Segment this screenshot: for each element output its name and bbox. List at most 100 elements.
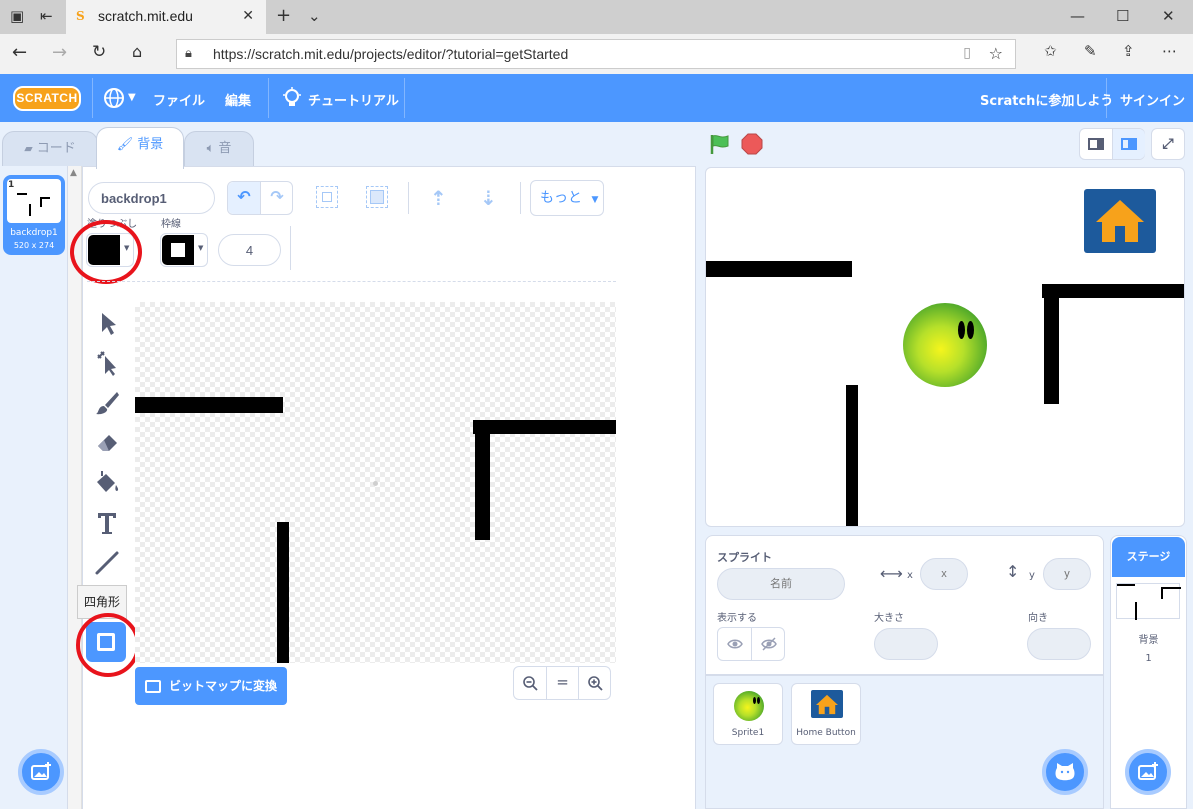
menu-tutorials[interactable]: チュートリアル <box>308 90 399 109</box>
convert-to-bitmap-button[interactable]: ビットマップに変換 <box>135 667 287 705</box>
choose-backdrop-button[interactable] <box>18 749 64 795</box>
line-tool-icon[interactable] <box>92 548 122 578</box>
hide-eye-icon[interactable] <box>752 628 785 660</box>
maximize-icon[interactable]: ☐ <box>1116 9 1129 24</box>
fill-tool-icon[interactable] <box>92 468 122 498</box>
backdrop-size: 520 x 274 <box>13 241 55 250</box>
undo-icon[interactable]: ↶ <box>228 182 261 214</box>
small-stage-icon[interactable] <box>1080 129 1113 159</box>
zoom-reset-button[interactable]: = <box>547 667 579 699</box>
group-icon[interactable] <box>316 186 338 208</box>
tab-backdrops[interactable]: 🖌︎ 背景 <box>96 127 184 169</box>
address-field[interactable]: 🔒︎ https://scratch.mit.edu/projects/edit… <box>176 39 1016 69</box>
back-icon[interactable]: ← <box>12 44 27 62</box>
zoom-out-icon[interactable] <box>514 667 547 699</box>
paint-canvas[interactable] <box>135 302 616 663</box>
minimize-icon[interactable]: — <box>1070 9 1085 24</box>
home-icon[interactable]: ⌂ <box>132 44 142 60</box>
share-icon[interactable]: ⇪ <box>1122 44 1135 59</box>
size-input[interactable] <box>874 628 938 660</box>
menu-edit[interactable]: 編集 <box>225 90 251 109</box>
more-label: もっと <box>540 190 582 206</box>
sprite-tile-sprite1[interactable]: Sprite1 <box>713 683 783 745</box>
stage-backdrops-label: 背景 <box>1138 635 1159 646</box>
more-dropdown[interactable]: もっと ▼ <box>530 180 604 216</box>
outline-label: 枠線 <box>161 219 181 230</box>
stop-icon[interactable] <box>740 132 764 156</box>
backward-layer-icon[interactable]: ⇣ <box>480 186 497 210</box>
backdrop-number: 1 <box>8 180 15 190</box>
stage-wall-top-right <box>1042 284 1184 298</box>
favorite-star-icon[interactable]: ☆ <box>989 44 1003 63</box>
stage-backdrops-count: 1 <box>1145 653 1152 664</box>
sprite-tile-home-button[interactable]: Home Button <box>791 683 861 745</box>
wall-top-right <box>473 420 616 434</box>
text-tool-icon[interactable] <box>92 508 122 538</box>
convert-to-bitmap-label: ビットマップに変換 <box>169 679 278 693</box>
stage-size-toggle <box>1079 128 1145 160</box>
toolbar-divider <box>520 182 521 214</box>
new-tab-icon[interactable]: + <box>276 7 291 25</box>
house-icon <box>1096 200 1144 242</box>
show-eye-icon[interactable] <box>718 628 752 660</box>
tab-close-icon[interactable]: ✕ <box>242 8 254 24</box>
tab-list-chevron-icon[interactable]: ⌄ <box>308 9 321 24</box>
canvas-center-dot <box>373 481 378 486</box>
set-aside-tabs-icon[interactable]: ⇤ <box>40 9 53 24</box>
tab-preview-icon[interactable]: ▣ <box>10 9 24 24</box>
browser-tab[interactable]: S scratch.mit.edu ✕ <box>66 0 266 34</box>
tab-code[interactable]: ▰ コード <box>2 131 98 167</box>
backdrop-thumbnail-selected[interactable]: 1 backdrop1 520 x 274 <box>3 175 65 255</box>
refresh-icon[interactable]: ↻ <box>92 44 106 61</box>
sprite1-ball[interactable] <box>903 303 987 387</box>
zoom-in-icon[interactable] <box>579 667 611 699</box>
pen-notes-icon[interactable]: ✎ <box>1084 44 1097 59</box>
home-button-sprite[interactable] <box>1084 189 1156 253</box>
rectangle-highlight-circle <box>76 613 140 677</box>
outline-width-input[interactable] <box>218 234 281 266</box>
favorites-hub-icon[interactable]: ✩ <box>1044 44 1057 59</box>
language-dropdown-caret-icon[interactable]: ▼ <box>128 92 136 103</box>
language-globe-icon[interactable] <box>103 87 125 109</box>
join-scratch-link[interactable]: Scratchに参加しよう <box>980 90 1113 109</box>
more-menu-icon[interactable]: ⋯ <box>1162 44 1177 59</box>
show-label: 表示する <box>717 613 757 624</box>
scroll-up-icon[interactable]: ▲ <box>70 168 77 178</box>
fullscreen-icon[interactable]: ⤢ <box>1151 128 1185 160</box>
brush-tool-icon[interactable] <box>92 388 122 418</box>
wall-right-vertical <box>475 420 490 540</box>
reading-view-icon[interactable]: ▯ <box>963 45 971 61</box>
stage-canvas[interactable] <box>705 167 1185 527</box>
select-tool-icon[interactable] <box>92 308 122 338</box>
sprite-name-input[interactable] <box>717 568 845 600</box>
stage-header: ステージ <box>1112 537 1185 577</box>
outline-color-picker[interactable]: ▼ <box>160 233 208 267</box>
normal-stage-icon[interactable] <box>1113 129 1145 159</box>
paintbrush-icon: 🖌︎ <box>116 137 134 152</box>
menu-divider <box>404 78 405 118</box>
window-close-icon[interactable]: ✕ <box>1162 9 1175 24</box>
tab-sounds[interactable]: 🔈︎ 音 <box>184 131 254 167</box>
sign-in-link[interactable]: サインイン <box>1120 90 1185 109</box>
menu-file[interactable]: ファイル <box>153 90 205 109</box>
direction-input[interactable] <box>1027 628 1091 660</box>
scratch-logo[interactable]: SCRATCH <box>13 86 81 111</box>
redo-icon[interactable]: ↷ <box>261 182 293 214</box>
toolbar-divider <box>290 226 291 270</box>
y-input[interactable] <box>1043 558 1091 590</box>
sprite-label: スプライト <box>717 551 772 564</box>
forward-icon[interactable]: → <box>52 44 67 62</box>
wall-top-left <box>135 397 283 413</box>
menu-divider <box>92 78 93 118</box>
green-flag-icon[interactable] <box>708 132 732 156</box>
choose-stage-backdrop-button[interactable] <box>1125 749 1171 795</box>
sprite-name-label: Sprite1 <box>731 728 765 738</box>
eraser-tool-icon[interactable] <box>92 428 122 458</box>
backdrop-name-input[interactable] <box>88 182 215 214</box>
choose-sprite-button[interactable] <box>1042 749 1088 795</box>
x-input[interactable] <box>920 558 968 590</box>
ungroup-icon[interactable] <box>366 186 388 208</box>
reshape-tool-icon[interactable] <box>92 348 122 378</box>
forward-layer-icon[interactable]: ⇡ <box>430 186 447 210</box>
x-arrows-icon: ⟷ <box>880 564 903 583</box>
